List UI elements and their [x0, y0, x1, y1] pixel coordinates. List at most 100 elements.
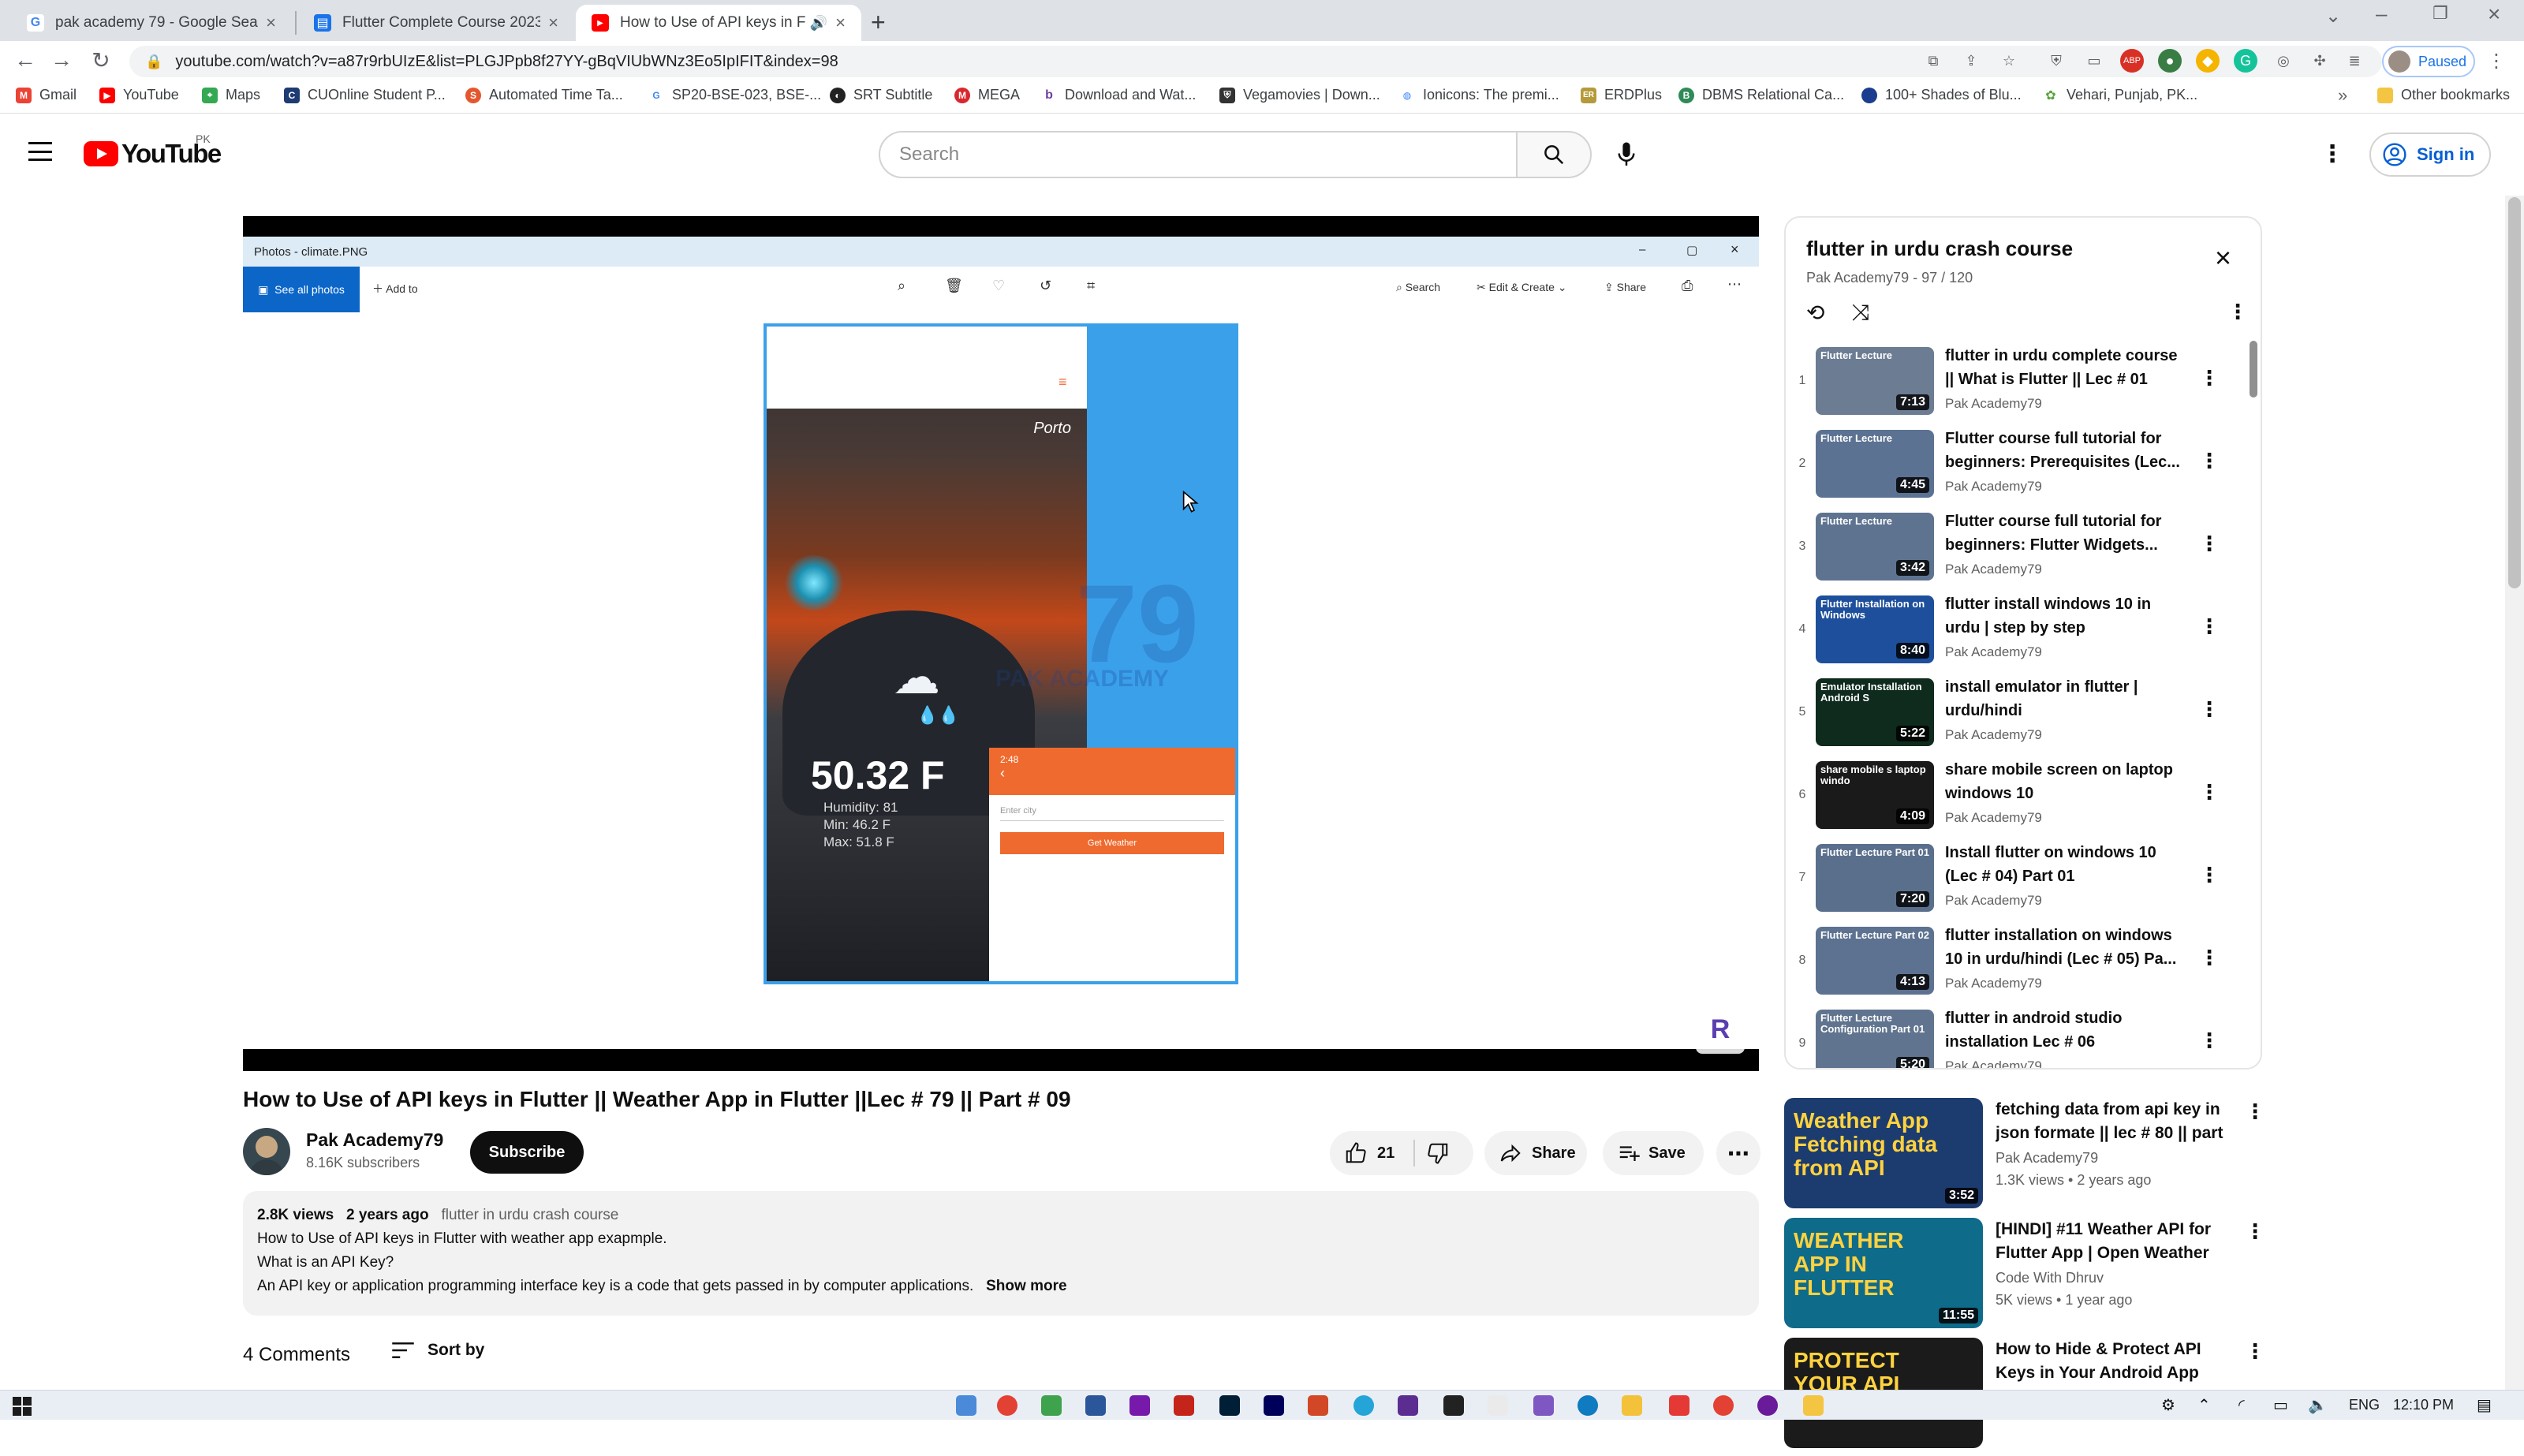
extension-icon[interactable]: ▭: [2082, 49, 2106, 73]
taskbar-clock[interactable]: 12:10 PM: [2393, 1397, 2454, 1413]
item-more-icon[interactable]: ⋮: [2199, 1029, 2220, 1053]
extension-shield-icon[interactable]: ⛨: [2044, 49, 2068, 73]
item-more-icon[interactable]: ⋮: [2199, 780, 2220, 805]
item-more-icon[interactable]: ⋮: [2199, 449, 2220, 473]
taskbar-app-icon[interactable]: [956, 1395, 976, 1416]
bookmark-star-icon[interactable]: ☆: [1997, 49, 2021, 73]
show-more-button[interactable]: Show more: [986, 1278, 1066, 1294]
recommended-video[interactable]: Weather App Fetching data from API 3:52 fe…: [1784, 1098, 2273, 1216]
close-window-icon[interactable]: ×: [2488, 2, 2500, 27]
edge-icon[interactable]: [1578, 1395, 1598, 1416]
item-more-icon[interactable]: ⋮: [2199, 697, 2220, 722]
playlist-item-title[interactable]: share mobile screen on laptop windows 10: [1945, 758, 2182, 805]
playlist-item-thumbnail[interactable]: Flutter Lecture 3:42: [1816, 513, 1934, 581]
other-bookmarks[interactable]: Other bookmarks: [2377, 87, 2510, 103]
settings-more-icon[interactable]: ⋮: [2321, 140, 2344, 168]
input-language[interactable]: ENG: [2349, 1397, 2380, 1413]
search-input[interactable]: Search: [879, 131, 1518, 178]
more-bookmarks-icon[interactable]: »: [2338, 85, 2347, 106]
playlist-item-title[interactable]: flutter in urdu complete course || What …: [1945, 344, 2182, 391]
playlist-tag[interactable]: flutter in urdu crash course: [441, 1207, 618, 1223]
tab-google-search[interactable]: G pak academy 79 - Google Search ×: [11, 5, 292, 41]
extension-icon[interactable]: ◆: [2196, 49, 2220, 73]
photoshop-icon[interactable]: [1219, 1395, 1240, 1416]
shuffle-icon[interactable]: ⤨: [1852, 300, 1869, 326]
windows-start-icon[interactable]: [13, 1397, 32, 1416]
recommended-channel[interactable]: Code With Dhruv: [1996, 1270, 2104, 1286]
minimize-window-icon[interactable]: –: [2376, 2, 2387, 26]
speaker-icon[interactable]: 🔊: [810, 15, 827, 32]
channel-watermark-logo[interactable]: R: [1696, 1005, 1745, 1054]
recommended-channel[interactable]: Pak Academy79: [1996, 1150, 2098, 1167]
playlist-item-title[interactable]: flutter in android studio installation L…: [1945, 1006, 2182, 1054]
taskbar-app-icon[interactable]: [1041, 1395, 1062, 1416]
forward-icon[interactable]: →: [46, 47, 77, 73]
playlist-item-thumbnail[interactable]: Flutter Installation on Windows 8:40: [1816, 595, 1934, 663]
item-more-icon[interactable]: ⋮: [2245, 1099, 2265, 1124]
powerpoint-icon[interactable]: [1308, 1395, 1328, 1416]
tab-search-chevron-icon[interactable]: ⌄: [2325, 5, 2341, 28]
adblock-icon[interactable]: ABP: [2120, 49, 2144, 73]
access-icon[interactable]: [1174, 1395, 1194, 1416]
profile-paused-button[interactable]: Paused: [2382, 46, 2475, 77]
media-control-icon[interactable]: ≣: [2343, 49, 2366, 73]
voice-search-button[interactable]: [1609, 137, 1644, 172]
playlist-item-title[interactable]: flutter install windows 10 in urdu | ste…: [1945, 592, 2182, 640]
bookmark-ionicons[interactable]: ◍ Ionicons: The premi...: [1399, 87, 1559, 103]
item-more-icon[interactable]: ⋮: [2245, 1219, 2265, 1244]
grammarly-icon[interactable]: G: [2234, 49, 2257, 73]
bookmark-youtube[interactable]: ▶ YouTube: [99, 87, 179, 103]
share-button[interactable]: Share: [1484, 1131, 1587, 1175]
recommended-thumbnail[interactable]: WEATHER APP IN FLUTTER 11:55: [1784, 1218, 1983, 1328]
taskbar-app-icon[interactable]: [1488, 1395, 1508, 1416]
sign-in-button[interactable]: Sign in: [2369, 133, 2491, 177]
bookmark-erdplus[interactable]: ER ERDPlus: [1581, 87, 1662, 103]
chrome-menu-icon[interactable]: ⋮: [2485, 49, 2508, 73]
playlist-item[interactable]: 3 Flutter Lecture 3:42 Flutter course full …: [1786, 510, 2251, 592]
youtube-taskbar-icon[interactable]: [1669, 1395, 1690, 1416]
bookmark-download[interactable]: b Download and Wat...: [1041, 87, 1196, 103]
search-button[interactable]: [1516, 131, 1592, 178]
playlist-more-icon[interactable]: ⋮: [2227, 300, 2248, 324]
bookmark-sp20[interactable]: G SP20-BSE-023, BSE-...: [648, 87, 821, 103]
sort-comments-button[interactable]: Sort by: [391, 1341, 484, 1360]
playlist-item[interactable]: 2 Flutter Lecture 4:45 Flutter course full …: [1786, 427, 2251, 509]
like-button[interactable]: 21: [1344, 1141, 1395, 1165]
playlist-item[interactable]: 8 Flutter Lecture Part 02 4:13 flutter inst…: [1786, 924, 2251, 1006]
taskbar-app-icon[interactable]: [1353, 1395, 1374, 1416]
playlist-item[interactable]: 4 Flutter Installation on Windows 8:40 flut…: [1786, 592, 2251, 674]
item-more-icon[interactable]: ⋮: [2245, 1339, 2265, 1364]
bookmark-gmail[interactable]: M Gmail: [16, 87, 77, 103]
recommended-thumbnail[interactable]: Weather App Fetching data from API 3:52: [1784, 1098, 1983, 1208]
channel-avatar[interactable]: [243, 1128, 290, 1175]
taskbar-app-icon[interactable]: [1443, 1395, 1464, 1416]
taskbar-app-icon[interactable]: [1757, 1395, 1778, 1416]
playlist-item[interactable]: 7 Flutter Lecture Part 01 7:20 Install flut…: [1786, 841, 2251, 923]
taskbar-app-icon[interactable]: [1533, 1395, 1554, 1416]
playlist-item-thumbnail[interactable]: share mobile s laptop windo 4:09: [1816, 761, 1934, 829]
chrome-taskbar-icon[interactable]: [1713, 1395, 1734, 1416]
description-box[interactable]: 2.8K views 2 years ago flutter in urdu c…: [243, 1191, 1759, 1316]
item-more-icon[interactable]: ⋮: [2199, 946, 2220, 970]
item-more-icon[interactable]: ⋮: [2199, 614, 2220, 639]
close-icon[interactable]: ×: [2215, 241, 2231, 274]
item-more-icon[interactable]: ⋮: [2199, 366, 2220, 390]
visual-studio-icon[interactable]: [1398, 1395, 1418, 1416]
open-in-app-icon[interactable]: ⧉: [1921, 49, 1945, 73]
bookmark-vehari[interactable]: ✿ Vehari, Punjab, PK...: [2043, 87, 2197, 103]
playlist-item-title[interactable]: install emulator in flutter | urdu/hindi: [1945, 675, 2182, 722]
channel-name[interactable]: Pak Academy79: [306, 1129, 443, 1151]
restore-window-icon[interactable]: ❐: [2433, 3, 2448, 24]
playlist-item-title[interactable]: Flutter course full tutorial for beginne…: [1945, 427, 2182, 474]
lock-icon[interactable]: 🔒: [145, 54, 162, 70]
tab-flutter-course[interactable]: ▤ Flutter Complete Course 2023 ×: [298, 5, 574, 41]
back-icon[interactable]: ←: [9, 47, 41, 73]
playlist-item-thumbnail[interactable]: Flutter Lecture Part 02 4:13: [1816, 927, 1934, 995]
playlist-item-thumbnail[interactable]: Flutter Lecture 4:45: [1816, 430, 1934, 498]
bookmark-shades-blue[interactable]: 100+ Shades of Blu...: [1861, 87, 2022, 103]
onenote-icon[interactable]: [1129, 1395, 1150, 1416]
chrome-taskbar-icon[interactable]: [997, 1395, 1017, 1416]
extension-icon[interactable]: ●: [2158, 49, 2182, 73]
word-icon[interactable]: [1085, 1395, 1106, 1416]
playlist-item[interactable]: 9 Flutter Lecture Configuration Part 01 5:…: [1786, 1006, 2251, 1068]
